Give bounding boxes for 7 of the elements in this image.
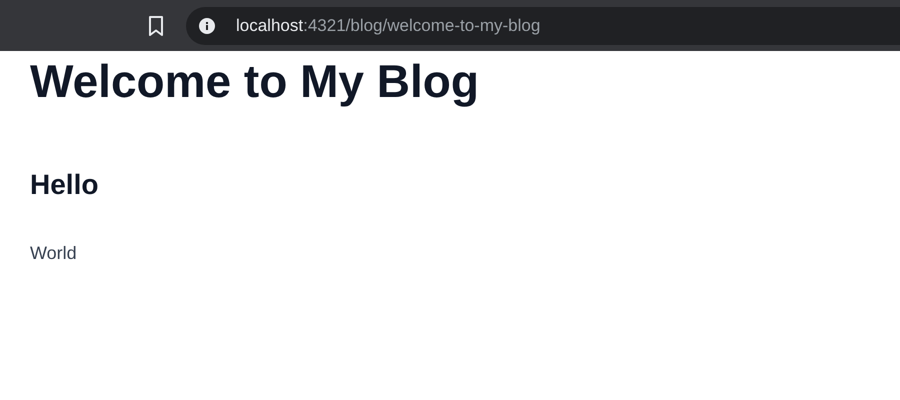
page-title: Welcome to My Blog (30, 54, 480, 109)
section-heading: Hello (30, 168, 100, 202)
info-icon (198, 16, 216, 34)
address-field[interactable]: localhost:4321/blog/welcome-to-my-blog (186, 6, 900, 44)
url-text: localhost:4321/blog/welcome-to-my-blog (236, 14, 540, 37)
bookmark-icon[interactable] (146, 14, 166, 36)
paragraph-text: World (30, 242, 78, 265)
